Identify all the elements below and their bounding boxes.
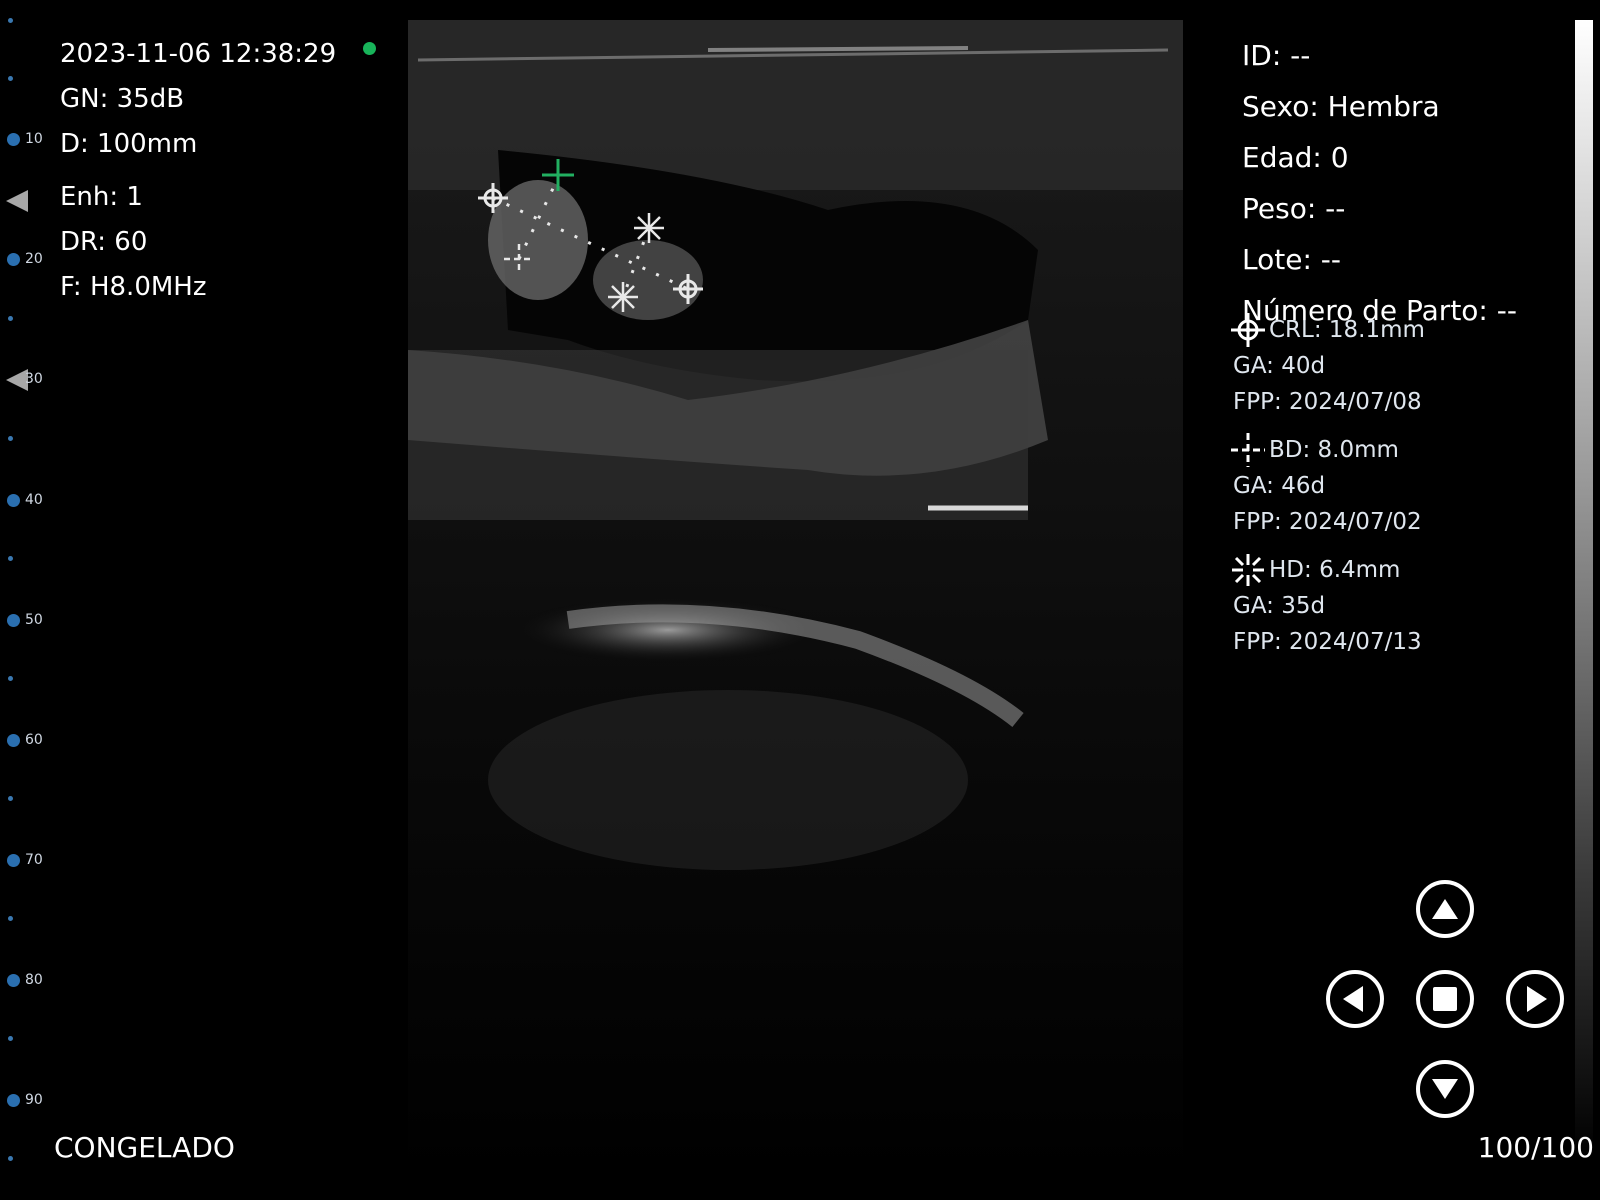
asterisk-icon — [1232, 554, 1264, 586]
frame-counter: 100/100 — [1477, 1131, 1594, 1164]
patient-sex: Sexo: Hembra — [1242, 90, 1440, 123]
chevron-right-icon — [1527, 986, 1547, 1012]
depth-label-60: 60 — [25, 732, 43, 748]
nav-left-button[interactable] — [1326, 970, 1384, 1028]
gestational-age: GA: 40d — [1233, 353, 1326, 379]
patient-age: Edad: 0 — [1242, 141, 1349, 174]
ultrasound-image[interactable] — [408, 20, 1183, 1180]
chevron-left-icon — [1343, 986, 1363, 1012]
stop-button[interactable] — [1416, 970, 1474, 1028]
depth-label-90: 90 — [25, 1092, 43, 1108]
measurement-bd[interactable]: BD: 8.0mm GA: 46d FPP: 2024/07/02 — [1231, 432, 1425, 540]
measurement-hd[interactable]: HD: 6.4mm GA: 35d FPP: 2024/07/13 — [1232, 552, 1425, 660]
chevron-up-icon — [1432, 899, 1458, 919]
patient-info: ID: -- Sexo: Hembra Edad: 0 Peso: -- Lot… — [1242, 30, 1517, 336]
patient-weight: Peso: -- — [1242, 192, 1346, 225]
frozen-status: CONGELADO — [54, 1131, 235, 1164]
acquisition-parameters: 2023-11-06 12:38:29 GN: 35dB D: 100mm En… — [60, 32, 336, 310]
stop-icon — [1433, 987, 1457, 1011]
nav-right-button[interactable] — [1506, 970, 1564, 1028]
patient-batch: Lote: -- — [1242, 243, 1341, 276]
depth-label-80: 80 — [25, 972, 43, 988]
depth-ruler: 10 20 30 40 50 60 70 80 90 — [0, 0, 60, 1200]
depth-label-20: 20 — [25, 251, 43, 267]
measurement-label: HD: 6.4mm — [1269, 557, 1401, 583]
patient-id: ID: -- — [1242, 39, 1311, 72]
gestational-age: GA: 35d — [1233, 593, 1326, 619]
nav-down-button[interactable] — [1416, 1060, 1474, 1118]
dynamic-range-label: DR: 60 — [60, 227, 148, 257]
depth-label-10: 10 — [25, 131, 43, 147]
enhancement-label: Enh: 1 — [60, 182, 143, 212]
frequency-label: F: H8.0MHz — [60, 272, 207, 302]
chevron-down-icon — [1432, 1079, 1458, 1099]
grayscale-bar — [1575, 20, 1593, 1160]
due-date: FPP: 2024/07/02 — [1233, 509, 1422, 535]
measurement-label: BD: 8.0mm — [1269, 437, 1399, 463]
depth-label-70: 70 — [25, 852, 43, 868]
focus-marker-icon[interactable] — [6, 190, 28, 212]
datetime-label: 2023-11-06 12:38:29 — [60, 39, 337, 69]
depth-label-30: 30 — [25, 371, 43, 387]
gestational-age: GA: 46d — [1233, 473, 1326, 499]
depth-label: D: 100mm — [60, 129, 198, 159]
depth-label-50: 50 — [25, 612, 43, 628]
gain-label: GN: 35dB — [60, 84, 185, 114]
status-indicator — [363, 42, 376, 55]
nav-up-button[interactable] — [1416, 880, 1474, 938]
measurement-crl[interactable]: CRL: 18.1mm GA: 40d FPP: 2024/07/08 — [1231, 312, 1425, 420]
due-date: FPP: 2024/07/13 — [1233, 629, 1422, 655]
measurement-results: CRL: 18.1mm GA: 40d FPP: 2024/07/08 BD: … — [1231, 312, 1425, 672]
measurement-label: CRL: 18.1mm — [1269, 317, 1425, 343]
depth-label-40: 40 — [25, 492, 43, 508]
crosshair-circle-icon — [1231, 313, 1265, 347]
due-date: FPP: 2024/07/08 — [1233, 389, 1422, 415]
dashed-cross-icon — [1231, 433, 1265, 467]
